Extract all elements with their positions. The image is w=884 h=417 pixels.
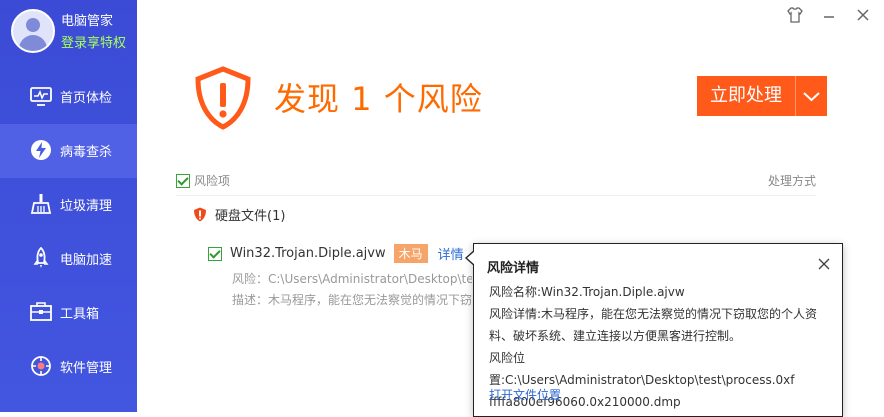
sidebar-item-home-checkup[interactable]: 首页体检 — [0, 70, 137, 124]
avatar[interactable] — [11, 9, 55, 53]
sidebar-nav: 首页体检 病毒查杀 垃圾清理 电脑加速 工具箱 软件管理 — [0, 70, 137, 394]
popover-title: 风险详情 — [487, 261, 540, 276]
app-manager-icon — [31, 356, 51, 376]
sidebar-item-label: 电脑加速 — [60, 253, 113, 268]
monitor-icon — [30, 87, 52, 106]
chevron-down-icon[interactable] — [796, 76, 827, 116]
risk-headline: 发现 1 个风险 — [274, 80, 483, 118]
divider — [176, 195, 816, 196]
warning-shield-icon — [195, 66, 251, 130]
fix-now-button[interactable]: 立即处理 — [697, 76, 827, 116]
lightning-icon — [31, 140, 51, 160]
sidebar-item-label: 首页体检 — [60, 91, 113, 106]
handling-header: 处理方式 — [767, 174, 816, 188]
select-all-checkbox[interactable] — [176, 173, 190, 188]
sidebar-item-label: 病毒查杀 — [60, 145, 113, 160]
rocket-icon — [33, 247, 49, 268]
details-link[interactable]: 详情 — [438, 248, 464, 263]
group-label: 硬盘文件(1) — [215, 209, 286, 224]
sidebar-item-virus-scan[interactable]: 病毒查杀 — [0, 124, 137, 178]
sidebar-item-label: 软件管理 — [60, 361, 113, 376]
risk-details-popover: 风险详情 风险名称:Win32.Trojan.Diple.ajvw 风险详情:木… — [465, 243, 843, 417]
broom-icon — [30, 194, 52, 214]
risk-name-line: 风险名称:Win32.Trojan.Diple.ajvw — [489, 285, 685, 299]
shield-alert-icon — [194, 207, 206, 222]
minimize-icon[interactable] — [820, 6, 838, 24]
risk-list-header: 风险项 处理方式 — [176, 172, 816, 192]
threat-type-badge: 木马 — [393, 244, 428, 263]
close-icon[interactable] — [816, 256, 832, 272]
risk-item-checkbox[interactable] — [208, 246, 222, 261]
sidebar-item-junk-clean[interactable]: 垃圾清理 — [0, 178, 137, 232]
risk-detail-line: 风险详情:木马程序，能在您无法察觉的情况下窃取您的个人资 — [489, 307, 818, 321]
sidebar-item-toolbox[interactable]: 工具箱 — [0, 286, 137, 340]
risk-items-header: 风险项 — [194, 174, 231, 188]
risk-location-line: 风险位置:C:\Users\Administrator\Desktop\test… — [489, 351, 795, 387]
sidebar-item-label: 工具箱 — [60, 307, 100, 322]
sidebar-item-speedup[interactable]: 电脑加速 — [0, 232, 137, 286]
close-icon[interactable] — [854, 6, 872, 24]
risk-group-disk-files[interactable]: 硬盘文件(1) — [193, 205, 285, 224]
app-name: 电脑管家 — [61, 14, 114, 29]
risk-item: Win32.Trojan.Diple.ajvw 木马 详情 — [208, 244, 464, 263]
open-file-location-link[interactable]: 打开文件位置 — [489, 386, 561, 403]
sidebar-item-software-manager[interactable]: 软件管理 — [0, 340, 137, 394]
risk-detail-line-cont: 料、破坏系统、建立连接以方便黑客进行控制。 — [489, 329, 742, 343]
sidebar-item-label: 垃圾清理 — [60, 199, 113, 214]
profile-area: 电脑管家 登录享特权 — [0, 0, 137, 66]
risk-path-line: 风险：C:\Users\Administrator\Desktop\test\ — [232, 272, 472, 286]
skin-icon[interactable] — [786, 6, 804, 24]
risk-description-line: 描述：木马程序，能在您无法察觉的情况下窃取 — [232, 293, 472, 307]
toolbox-icon — [30, 302, 52, 321]
login-link[interactable]: 登录享特权 — [61, 32, 126, 51]
threat-name: Win32.Trojan.Diple.ajvw — [230, 246, 386, 261]
window-controls — [774, 0, 884, 30]
fix-now-label[interactable]: 立即处理 — [697, 76, 795, 116]
sidebar: 电脑管家 登录享特权 首页体检 病毒查杀 垃圾清理 电脑加速 工具箱 软件管理 — [0, 0, 137, 412]
